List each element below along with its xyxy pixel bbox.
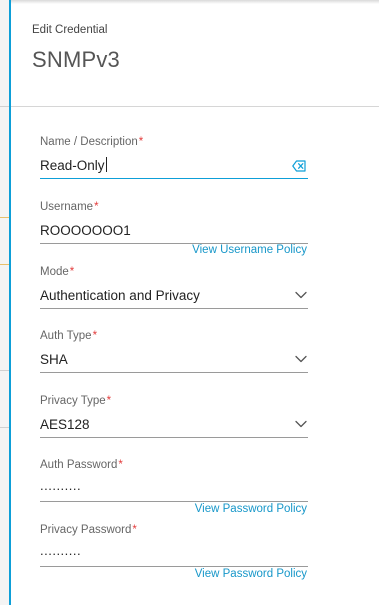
required-asterisk: *: [69, 266, 75, 278]
name-description-field: Name / Description* Read-Only: [40, 135, 308, 179]
name-description-input[interactable]: Read-Only: [40, 154, 308, 179]
auth-password-label: Auth Password*: [40, 458, 308, 472]
background-page: [0, 0, 9, 605]
username-input[interactable]: ROOOOOOO1: [40, 219, 308, 244]
privacy-type-label: Privacy Type*: [40, 394, 308, 408]
privacy-password-input[interactable]: ..........: [40, 542, 308, 567]
view-privacy-password-policy-link[interactable]: View Password Policy: [195, 568, 307, 580]
required-asterisk: *: [138, 136, 144, 148]
view-auth-password-policy-link[interactable]: View Password Policy: [195, 503, 307, 515]
mode-label: Mode*: [40, 265, 308, 279]
auth-password-input[interactable]: ..........: [40, 477, 308, 502]
privacy-type-select[interactable]: AES128: [40, 413, 308, 438]
background-divider: [0, 217, 9, 218]
auth-type-field: Auth Type* SHA: [40, 329, 308, 373]
username-label-text: Username: [40, 201, 94, 213]
username-value[interactable]: ROOOOOOO1: [40, 222, 131, 240]
mode-selected-value[interactable]: Authentication and Privacy: [40, 287, 200, 305]
credential-form: Name / Description* Read-Only Username* …: [11, 106, 379, 605]
background-divider: [0, 106, 9, 107]
privacy-type-field: Privacy Type* AES128: [40, 394, 308, 438]
background-divider: [0, 370, 9, 371]
text-cursor: [105, 157, 107, 172]
drawer-header: Edit Credential SNMPv3: [11, 0, 379, 107]
username-label: Username*: [40, 200, 308, 214]
privacy-password-label: Privacy Password*: [40, 523, 308, 537]
required-asterisk: *: [132, 524, 137, 536]
name-description-text: Read-Only: [40, 158, 105, 173]
privacy-password-masked-value[interactable]: ..........: [40, 542, 81, 560]
privacy-type-label-text: Privacy Type: [40, 395, 106, 407]
drawer-subtitle: Edit Credential: [32, 24, 108, 36]
privacy-password-field: Privacy Password* ..........: [40, 523, 308, 567]
required-asterisk: *: [94, 201, 99, 213]
name-description-label-text: Name / Description: [40, 136, 138, 148]
background-divider: [0, 427, 9, 428]
clear-input-icon[interactable]: [292, 160, 306, 172]
required-asterisk: *: [118, 459, 123, 471]
username-field: Username* ROOOOOOO1: [40, 200, 308, 244]
edit-credential-drawer: Edit Credential SNMPv3 Name / Descriptio…: [9, 0, 379, 605]
drawer-title: SNMPv3: [32, 47, 120, 72]
chevron-down-icon[interactable]: [295, 355, 307, 363]
privacy-type-selected-value[interactable]: AES128: [40, 416, 90, 434]
mode-field: Mode* Authentication and Privacy: [40, 265, 308, 309]
name-description-value[interactable]: Read-Only: [40, 157, 107, 175]
mode-label-text: Mode: [40, 266, 69, 278]
view-username-policy-link[interactable]: View Username Policy: [192, 244, 307, 256]
background-divider: [0, 264, 9, 265]
auth-password-masked-value[interactable]: ..........: [40, 477, 81, 495]
auth-type-label-text: Auth Type: [40, 330, 92, 342]
privacy-password-label-text: Privacy Password: [40, 524, 132, 536]
auth-type-select[interactable]: SHA: [40, 348, 308, 373]
auth-type-selected-value[interactable]: SHA: [40, 351, 68, 369]
chevron-down-icon[interactable]: [295, 291, 307, 299]
auth-type-label: Auth Type*: [40, 329, 308, 343]
auth-password-label-text: Auth Password: [40, 459, 118, 471]
auth-password-field: Auth Password* ..........: [40, 458, 308, 502]
chevron-down-icon[interactable]: [295, 420, 307, 428]
required-asterisk: *: [106, 395, 112, 407]
mode-select[interactable]: Authentication and Privacy: [40, 284, 308, 309]
name-description-label: Name / Description*: [40, 135, 308, 149]
required-asterisk: *: [92, 330, 98, 342]
